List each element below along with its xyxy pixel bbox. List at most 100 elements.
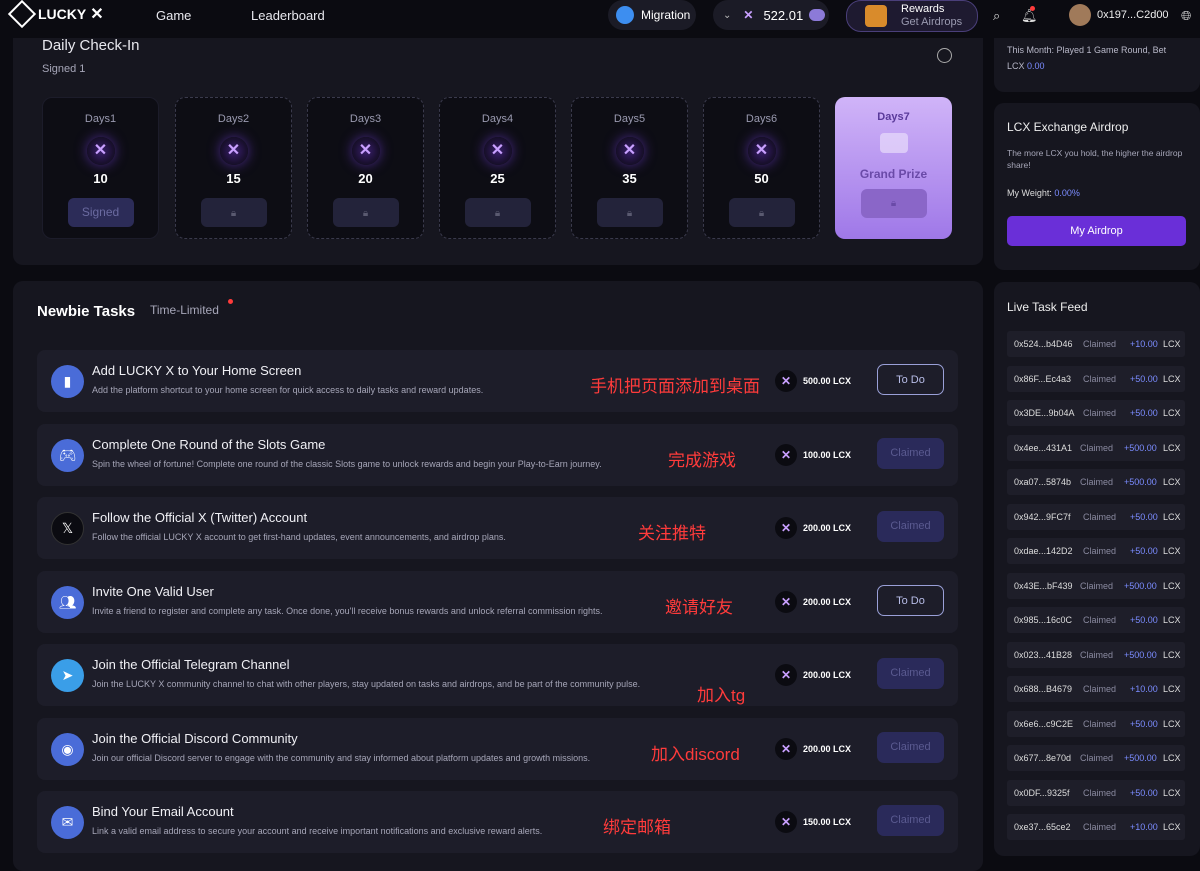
feed-amount: +50.00	[1130, 615, 1158, 625]
feed-row: 0x942...9FC7f Claimed +50.00 LCX	[1007, 503, 1185, 530]
lcx-coin-icon: ✕	[775, 517, 797, 539]
task-title: Add LUCKY X to Your Home Screen	[92, 363, 302, 378]
todo-button[interactable]: To Do	[877, 364, 944, 395]
feed-status: Claimed	[1080, 649, 1114, 660]
balance-pill[interactable]: ⌄ ✕ 522.01	[713, 0, 829, 30]
feed-status: Claimed	[1083, 546, 1117, 556]
checkin-title: Daily Check-In	[42, 37, 140, 54]
day-label: Days2	[217, 113, 250, 125]
grand-prize-card[interactable]: Days7 Grand Prize 🔒︎	[835, 97, 952, 239]
day-label: Days6	[745, 113, 778, 125]
feed-address: 0x3DE...9b04A	[1014, 408, 1075, 418]
claimed-button: Claimed	[877, 511, 944, 542]
day-amount: 35	[622, 171, 637, 186]
feed-amount: +10.00	[1130, 339, 1158, 349]
feed-unit: LCX	[1163, 684, 1181, 694]
checkin-day-card[interactable]: Days6 ✕ 50 🔒︎	[703, 97, 820, 239]
task-row: ➤ Join the Official Telegram Channel Joi…	[37, 644, 958, 706]
rewards-button[interactable]: Rewards Get Airdrops	[846, 0, 978, 32]
logo[interactable]: LUCKY ✕	[7, 0, 104, 29]
lock-icon: 🔒︎	[362, 208, 369, 219]
locked-button: 🔒︎	[200, 198, 267, 227]
feed-address: 0xe37...65ce2	[1014, 822, 1071, 832]
feed-unit: LCX	[1163, 580, 1181, 591]
task-description: Join the LUCKY X community channel to ch…	[92, 679, 641, 689]
feed-unit: LCX	[1163, 649, 1181, 660]
feed-unit: LCX	[1163, 339, 1181, 349]
task-reward: ✕ 200.00 LCX	[775, 590, 851, 613]
checkin-day-card[interactable]: Days4 ✕ 25 🔒︎	[439, 97, 556, 239]
checkin-day-card[interactable]: Days3 ✕ 20 🔒︎	[307, 97, 424, 239]
telegram-icon: ➤	[51, 659, 84, 692]
lcx-coin-icon: ✕	[775, 590, 797, 613]
nav-leaderboard[interactable]: Leaderboard	[251, 8, 325, 23]
feed-amount: +500.00	[1124, 580, 1157, 591]
globe-icon[interactable]: 🌐︎	[1181, 8, 1191, 24]
balance-value: 522.01	[763, 7, 804, 23]
lock-icon: 🔒︎	[758, 208, 765, 219]
feed-address: 0x677...8e70d	[1014, 753, 1072, 763]
lock-icon: 🔒︎	[626, 208, 633, 219]
task-title: Bind Your Email Account	[92, 804, 234, 819]
gamepad-icon: 🎮︎	[51, 438, 84, 472]
feed-address: 0x942...9FC7f	[1014, 511, 1071, 522]
time-limited-dot-icon	[228, 299, 233, 304]
checkin-day-card[interactable]: Days2 ✕ 15 🔒︎	[175, 97, 292, 239]
live-feed-title: Live Task Feed	[1007, 300, 1088, 314]
task-annotation: 绑定邮箱	[603, 818, 671, 837]
tab-time-limited[interactable]: Time-Limited	[150, 303, 219, 317]
task-row: ✉ Bind Your Email Account Link a valid e…	[37, 791, 958, 853]
my-airdrop-button[interactable]: My Airdrop	[1007, 216, 1186, 246]
tab-newbie-tasks[interactable]: Newbie Tasks	[37, 303, 135, 320]
top-bar: LUCKY ✕ Game Leaderboard Migration ⌄ ✕ 5…	[0, 0, 1200, 38]
feed-status: Claimed	[1083, 822, 1117, 832]
feed-unit: LCX	[1163, 511, 1181, 522]
feed-row: 0xdae...142D2 Claimed +50.00 LCX	[1007, 538, 1185, 564]
task-title: Invite One Valid User	[92, 583, 214, 599]
wallet-address[interactable]: 0x197...C2d00	[1097, 9, 1169, 21]
nav-game[interactable]: Game	[156, 8, 191, 23]
search-icon[interactable]: ⌕	[993, 8, 1000, 24]
monthly-stats-text: This Month: Played 1 Game Round, Bet LCX…	[1007, 45, 1167, 71]
task-reward: ✕ 100.00 LCX	[775, 443, 852, 466]
day-amount: 15	[226, 171, 241, 186]
logo-icon	[7, 0, 37, 29]
task-reward: ✕ 150.00 LCX	[775, 811, 851, 833]
feed-unit: LCX	[1163, 546, 1181, 556]
task-reward: ✕ 200.00 LCX	[775, 664, 851, 686]
feed-status: Claimed	[1083, 718, 1117, 729]
feed-status: Claimed	[1080, 477, 1114, 487]
task-description: Add the platform shortcut to your home s…	[92, 385, 484, 395]
my-weight-value: 0.00%	[1054, 188, 1080, 198]
migration-button[interactable]: Migration	[608, 0, 696, 30]
feed-row: 0x0DF...9325f Claimed +50.00 LCX	[1007, 779, 1185, 806]
feed-address: 0x43E...bF439	[1014, 580, 1073, 591]
feed-amount: +50.00	[1130, 373, 1158, 384]
bell-icon[interactable]: 🔔︎	[1021, 6, 1038, 24]
feed-amount: +500.00	[1124, 753, 1157, 763]
task-annotation: 加入tg	[697, 686, 746, 705]
logo-text: LUCKY	[38, 6, 87, 22]
feed-unit: LCX	[1163, 753, 1181, 763]
task-row: ◉ Join the Official Discord Community Jo…	[37, 717, 958, 780]
task-reward: ✕ 200.00 LCX	[775, 737, 851, 760]
checkin-day-card[interactable]: Days1 ✕ 10 Signed	[42, 97, 159, 239]
feed-status: Claimed	[1083, 511, 1117, 522]
feed-amount: +500.00	[1124, 477, 1157, 487]
task-annotation: 关注推特	[638, 524, 706, 543]
task-description: Spin the wheel of fortune! Complete one …	[92, 458, 602, 469]
avatar[interactable]	[1069, 4, 1091, 26]
clock-icon[interactable]	[937, 48, 952, 63]
feed-row: 0x023...41B28 Claimed +500.00 LCX	[1007, 641, 1185, 668]
feed-address: 0xa07...5874b	[1014, 477, 1072, 487]
feed-address: 0x985...16c0C	[1014, 615, 1073, 625]
checkin-day-card[interactable]: Days5 ✕ 35 🔒︎	[571, 97, 688, 239]
task-reward-amount: 100.00 LCX	[803, 449, 852, 460]
locked-button: 🔒︎	[596, 198, 663, 227]
task-title: Complete One Round of the Slots Game	[92, 436, 326, 452]
todo-button[interactable]: To Do	[877, 584, 944, 616]
feed-amount: +10.00	[1130, 822, 1158, 832]
phone-icon: ▮	[51, 365, 84, 398]
task-reward-amount: 150.00 LCX	[803, 817, 852, 827]
feed-address: 0xdae...142D2	[1014, 546, 1073, 556]
